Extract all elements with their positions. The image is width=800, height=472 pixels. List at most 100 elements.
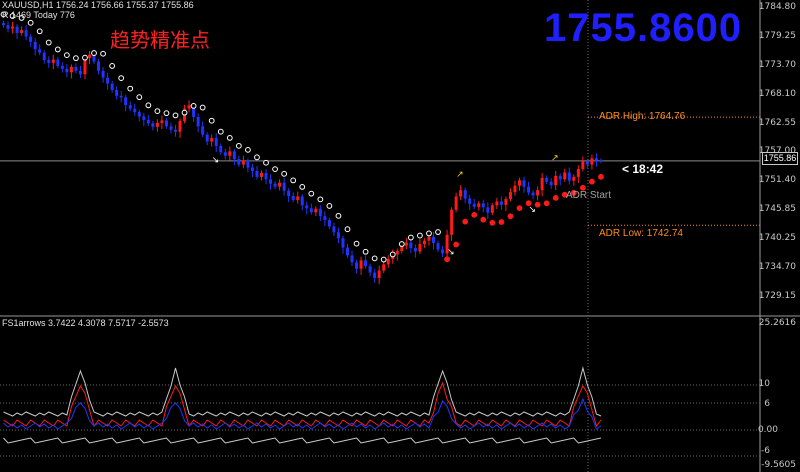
price-tick: 1745.85	[758, 204, 796, 214]
price-tick: 1757.00	[758, 146, 796, 156]
candle-body	[309, 208, 313, 213]
trail-dot-white	[36, 28, 43, 35]
candle-body	[468, 198, 472, 204]
candle-body	[241, 160, 245, 165]
candle-body	[78, 70, 82, 75]
candle-body	[24, 30, 28, 37]
indicator-tick: -9.5605	[761, 460, 796, 470]
candle-body	[282, 182, 286, 191]
candle-body	[11, 26, 15, 29]
trail-dot-white	[199, 104, 206, 111]
candle-body	[472, 203, 476, 207]
indicator-tick: 10	[758, 379, 770, 389]
candle-body	[558, 175, 562, 180]
trail-dot-red	[480, 216, 487, 223]
trail-dot-white	[109, 63, 116, 69]
price-tick: 1784.80	[758, 2, 796, 12]
candle-body	[522, 180, 526, 187]
candle-body	[196, 116, 200, 127]
candle-body	[296, 196, 300, 200]
candle-body	[119, 95, 123, 98]
candle-body	[228, 151, 232, 156]
candle-body	[305, 205, 309, 209]
trail-dot-white	[45, 39, 52, 46]
candle-body	[477, 203, 481, 207]
candle-body	[88, 54, 91, 59]
candle-body	[51, 59, 55, 63]
candle-body	[110, 83, 114, 90]
annotation-chinese: 趋势精准点	[110, 28, 210, 52]
candle-body	[142, 116, 146, 120]
trail-dot-white	[235, 142, 242, 149]
candle-body	[359, 260, 363, 269]
trail-dot-white	[380, 256, 387, 263]
candle-body	[563, 172, 567, 180]
candle-body	[463, 190, 467, 199]
trail-dot-red	[543, 200, 550, 207]
candle-body	[250, 167, 254, 171]
trail-dot-red	[552, 194, 559, 201]
candle-body	[441, 249, 445, 254]
candle-body	[6, 25, 10, 29]
price-tick: 1773.70	[758, 60, 796, 70]
candle-body	[422, 240, 426, 245]
candle-body	[368, 266, 372, 273]
candle-body	[214, 138, 218, 146]
trail-dot-white	[82, 54, 88, 61]
indicator-tick: 6	[764, 399, 770, 409]
trail-dot-white	[263, 159, 269, 166]
trail-dot-white	[272, 166, 278, 173]
signal-arrow: ↗	[551, 154, 559, 164]
trail-dot-red	[507, 213, 514, 220]
trail-dot-white	[190, 102, 197, 109]
bar-countdown: < 18:42	[622, 162, 664, 176]
candle-body	[590, 158, 594, 165]
trail-dot-white	[254, 154, 260, 161]
candle-body	[499, 201, 503, 205]
candle-body	[187, 105, 191, 109]
price-tick: 1779.25	[758, 31, 796, 41]
candle-body	[15, 26, 19, 34]
signal-arrow: ↘	[529, 205, 537, 215]
price-tick: 1768.10	[758, 89, 796, 99]
trail-dot-red	[453, 241, 460, 248]
candle-body	[97, 61, 101, 71]
candle-body	[594, 158, 598, 161]
trail-dot-white	[389, 251, 396, 258]
candle-body	[273, 183, 277, 187]
candle-body	[540, 177, 544, 191]
candle-body	[504, 198, 508, 205]
candle-body	[599, 160, 603, 162]
candle-body	[490, 205, 494, 213]
chart-window[interactable]: ↘ ↘ ↘ ↗ ↗ XAUUSD,H1 1756.24 1756.66 1755.37 …	[0, 0, 800, 472]
trail-dot-white	[63, 52, 70, 59]
candle-body	[128, 105, 132, 109]
candle-body	[106, 77, 110, 84]
candle-body	[255, 170, 259, 177]
candle-body	[133, 108, 137, 113]
candle-body	[205, 134, 209, 142]
price-tick: 1751.40	[758, 175, 796, 185]
trail-dot-red	[444, 256, 450, 263]
candle-body	[314, 208, 318, 213]
candle-body	[581, 161, 585, 170]
candle-body	[377, 270, 381, 278]
trail-dot-white	[54, 46, 61, 53]
candle-body	[395, 251, 399, 255]
bars-info-line: R 1469 Today 776	[2, 10, 75, 20]
trail-dot-white	[145, 102, 152, 109]
candle-body	[481, 203, 485, 208]
indicator-tick: -6	[761, 446, 770, 456]
trail-dot-red	[489, 219, 496, 226]
trail-dot-white	[127, 85, 134, 92]
candle-body	[237, 159, 241, 165]
candle-body	[486, 207, 490, 213]
candle-body	[355, 262, 359, 269]
candle-body	[260, 172, 263, 177]
trail-dot-red	[471, 211, 478, 218]
candle-body	[210, 138, 214, 142]
trail-dot-white	[326, 203, 333, 209]
candle-body	[29, 36, 33, 42]
price-tick: 1762.55	[758, 118, 796, 128]
candle-body	[585, 161, 589, 165]
